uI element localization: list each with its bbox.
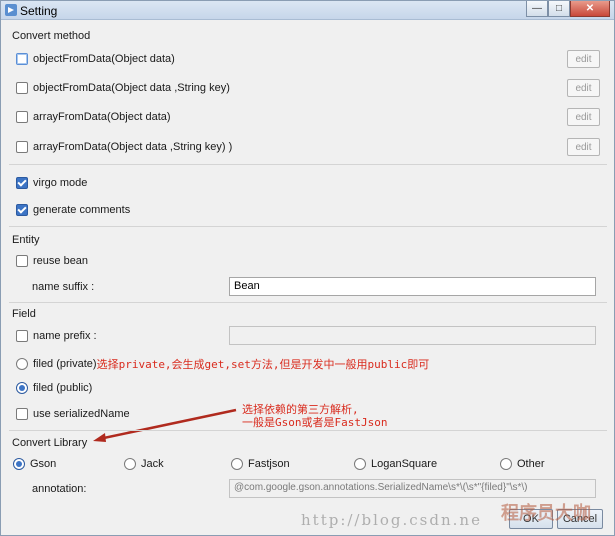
edit-button-2[interactable]: edit (567, 108, 600, 126)
library-option-logansquare[interactable]: LoganSquare (354, 458, 437, 470)
library-option-gson[interactable]: Gson (13, 458, 56, 470)
annotation-arrow-icon (93, 408, 237, 442)
titlebar: Setting — □ ✕ (1, 1, 614, 20)
radio[interactable] (354, 458, 366, 470)
divider (9, 164, 607, 165)
checkbox[interactable] (16, 53, 28, 65)
annotation-input[interactable]: @com.google.gson.annotations.SerializedN… (229, 479, 596, 498)
convert-method-title: Convert method (12, 30, 91, 42)
window-title: Setting (20, 4, 58, 18)
setting-window: Setting — □ ✕ Convert method objectFromD… (0, 0, 615, 536)
library-label: Jack (141, 458, 164, 470)
edit-button-3[interactable]: edit (567, 138, 600, 156)
radio[interactable] (231, 458, 243, 470)
field-title: Field (12, 308, 36, 320)
divider (9, 226, 607, 227)
convert-library-title: Convert Library (12, 437, 88, 449)
reuse-bean-option[interactable]: reuse bean (16, 255, 88, 267)
divider (9, 430, 607, 431)
library-annotation-note: 选择依赖的第三方解析, 一般是Gson或者是FastJson (242, 403, 387, 429)
checkbox[interactable] (16, 204, 28, 216)
radio[interactable] (124, 458, 136, 470)
maximize-button[interactable]: □ (548, 1, 570, 17)
method-option-label: objectFromData(Object data) (33, 53, 175, 65)
checkbox[interactable] (16, 82, 28, 94)
library-label: LoganSquare (371, 458, 438, 470)
method-option-1[interactable]: objectFromData(Object data ,String key) (16, 82, 230, 94)
library-label: Fastjson (248, 458, 290, 470)
name-suffix-label: name suffix : (32, 281, 95, 293)
checkbox[interactable] (16, 177, 28, 189)
library-note-line2: 一般是Gson或者是FastJson (242, 416, 388, 429)
library-option-jack[interactable]: Jack (124, 458, 164, 470)
edit-button-1[interactable]: edit (567, 79, 600, 97)
library-label: Other (517, 458, 545, 470)
checkbox[interactable] (16, 330, 28, 342)
name-prefix-option[interactable]: name prefix : (16, 330, 97, 342)
checkbox[interactable] (16, 408, 28, 420)
generate-comments-label: generate comments (33, 204, 131, 216)
library-note-line1: 选择依赖的第三方解析, (242, 403, 359, 416)
method-option-0[interactable]: objectFromData(Object data) (16, 53, 175, 65)
reuse-bean-label: reuse bean (33, 255, 89, 267)
edit-button-0[interactable]: edit (567, 50, 600, 68)
checkbox[interactable] (16, 111, 28, 123)
virgo-mode-label: virgo mode (33, 177, 88, 189)
filed-public-label: filed (public) (33, 382, 93, 394)
app-icon (5, 4, 17, 16)
library-label: Gson (30, 458, 57, 470)
filed-public-option[interactable]: filed (public) (16, 382, 92, 394)
annotation-label: annotation: (32, 483, 87, 495)
method-option-2[interactable]: arrayFromData(Object data) (16, 111, 171, 123)
close-button[interactable]: ✕ (570, 1, 610, 17)
method-option-3[interactable]: arrayFromData(Object data ,String key) ) (16, 141, 232, 153)
watermark-logo: 程序员大咖 (501, 503, 591, 523)
library-option-other[interactable]: Other (500, 458, 545, 470)
minimize-button[interactable]: — (526, 1, 548, 17)
checkbox[interactable] (16, 255, 28, 267)
name-prefix-label: name prefix : (33, 330, 97, 342)
filed-private-option[interactable]: filed (private) 选择private,会生成get,set方法,但… (16, 356, 429, 372)
watermark-url: http://blog.csdn.ne (301, 511, 482, 529)
virgo-mode-option[interactable]: virgo mode (16, 177, 87, 189)
radio[interactable] (16, 382, 28, 394)
divider (9, 302, 607, 303)
method-option-label: arrayFromData(Object data ,String key) ) (33, 141, 233, 153)
name-suffix-input[interactable]: Bean (229, 277, 596, 296)
filed-private-label: filed (private) (33, 358, 97, 370)
name-prefix-input[interactable] (229, 326, 596, 345)
method-option-label: arrayFromData(Object data) (33, 111, 171, 123)
radio[interactable] (500, 458, 512, 470)
generate-comments-option[interactable]: generate comments (16, 204, 130, 216)
entity-title: Entity (12, 234, 40, 246)
window-controls: — □ ✕ (526, 1, 610, 17)
private-annotation-note: 选择private,会生成get,set方法,但是开发中一般用public即可 (96, 358, 430, 371)
radio[interactable] (13, 458, 25, 470)
radio[interactable] (16, 358, 28, 370)
checkbox[interactable] (16, 141, 28, 153)
method-option-label: objectFromData(Object data ,String key) (33, 82, 230, 94)
library-option-fastjson[interactable]: Fastjson (231, 458, 290, 470)
